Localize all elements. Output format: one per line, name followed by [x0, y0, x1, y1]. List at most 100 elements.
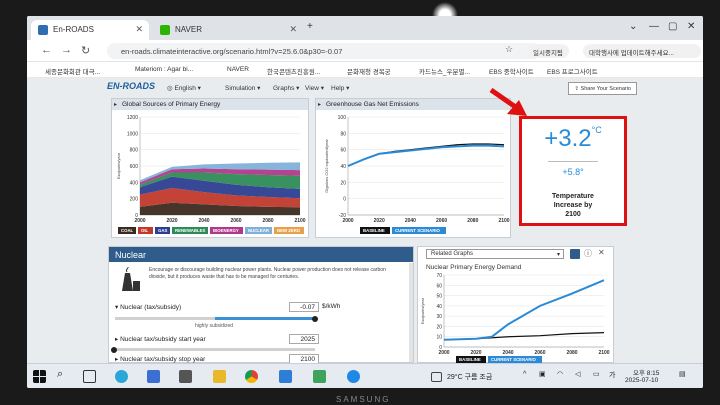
help-menu[interactable]: Help ▾: [331, 84, 349, 92]
app-icon[interactable]: [279, 370, 292, 383]
y-tick-label: 60: [340, 148, 346, 154]
chrome-icon[interactable]: [245, 370, 258, 383]
related-graphs-select[interactable]: Related Graphs ▾: [426, 249, 564, 259]
tab-en-roads[interactable]: En-ROADS ✕: [31, 20, 149, 40]
temperature-number: +3.2: [544, 125, 592, 152]
new-tab-icon[interactable]: +: [307, 21, 313, 32]
x-tick-label: 2060: [436, 218, 447, 224]
notification-icon[interactable]: ▤: [679, 370, 686, 378]
legend-chip-label: GAS: [158, 228, 167, 233]
y-tick-label: 60: [436, 283, 442, 289]
primary-energy-chart: 0200400600800100012002000 2020 2040 2060 208…: [116, 115, 306, 234]
legend-chip-label: COAL: [121, 228, 134, 233]
start-year-slider-track[interactable]: [115, 348, 315, 351]
battery-icon[interactable]: ▭: [593, 370, 600, 378]
bookmark-item[interactable]: 카드뉴스_우분별...: [419, 66, 470, 76]
x-tick-label: 2060: [534, 350, 545, 356]
nuclear-description: Encourage or discourage building nuclear…: [149, 267, 386, 280]
info-icon[interactable]: ⓘ: [584, 248, 592, 259]
share-scenario-button[interactable]: ⇪ Share Your Scenario: [568, 82, 637, 95]
close-icon[interactable]: ✕: [135, 24, 143, 35]
chevron-right-icon: ▸: [114, 102, 118, 108]
clock-time[interactable]: 오후 8:15: [633, 367, 659, 377]
related-graphs-panel: Related Graphs ▾ ⓘ ✕ Nuclear Primary Ene…: [417, 246, 614, 363]
x-tick-label: 2000: [438, 350, 449, 356]
y-tick-label: 40: [340, 164, 346, 170]
x-tick-label: 2080: [262, 218, 273, 224]
folder-icon[interactable]: [213, 370, 226, 383]
red-arrow-icon: [489, 88, 527, 116]
tab-label: NAVER: [175, 25, 202, 34]
simulation-menu[interactable]: Simulation ▾: [225, 84, 260, 92]
reload-icon[interactable]: ↻: [81, 44, 90, 57]
graph-view-icon[interactable]: [570, 249, 580, 259]
language-menu[interactable]: ◎ English ▾: [167, 84, 201, 92]
legend-chip-label: OIL: [141, 228, 149, 233]
temperature-fahrenheit: +5.8°: [562, 167, 584, 177]
bookmark-item[interactable]: EBS 프로그사이트: [547, 66, 598, 76]
line-series-current-scenario: [443, 279, 605, 341]
edge-icon[interactable]: [115, 370, 128, 383]
wifi-icon[interactable]: ◠: [557, 370, 563, 378]
start-year-value-field[interactable]: 2025: [289, 334, 319, 344]
bookmark-item[interactable]: NAVER: [227, 66, 249, 73]
edge-icon[interactable]: [347, 370, 360, 383]
emissions-chart: -200204060801002000 2020 2040 2060 2080 2100G…: [324, 115, 510, 234]
x-tick-label: 2020: [166, 218, 177, 224]
address-bar-row: ← → ↻ en-roads.climateinteractive.org/sc…: [27, 40, 703, 62]
app-icon[interactable]: [313, 370, 326, 383]
window-close-icon[interactable]: ✕: [687, 21, 695, 32]
close-icon[interactable]: ✕: [598, 248, 605, 257]
nuclear-tax-slider-fill: [215, 317, 315, 320]
x-tick-label: 2080: [467, 218, 478, 224]
laptop-screen: En-ROADS ✕ NAVER ✕ + ⌄ — ▢ ✕ ← → ↻ en-ro…: [27, 16, 703, 388]
task-view-icon[interactable]: [83, 370, 96, 383]
nuclear-tax-slider-handle[interactable]: [312, 315, 318, 322]
tray-chevron-icon[interactable]: ^: [523, 371, 526, 378]
close-icon[interactable]: ✕: [289, 24, 297, 35]
url-input[interactable]: en-roads.climateinteractive.org/scenario…: [107, 43, 542, 59]
app-icon[interactable]: [179, 370, 192, 383]
windows-start-icon[interactable]: [33, 370, 46, 383]
volume-icon[interactable]: ◁: [575, 370, 580, 378]
chevron-down-icon[interactable]: ⌄: [629, 21, 637, 32]
store-icon[interactable]: [147, 370, 160, 383]
back-arrow-icon[interactable]: ←: [41, 44, 52, 56]
x-tick-label: 2000: [342, 218, 353, 224]
bookmark-item[interactable]: 한국콘텐츠진흥원...: [267, 66, 320, 76]
graphs-menu[interactable]: Graphs ▾: [273, 84, 299, 92]
start-year-slider-handle[interactable]: [111, 346, 117, 353]
menu-label: Help: [331, 85, 345, 92]
legend-chip-label: RENEWABLES: [175, 228, 205, 233]
update-button[interactable]: 대학행사에 업데이트해주세요...: [583, 44, 701, 58]
menu-label: Simulation: [225, 85, 256, 92]
search-icon[interactable]: ⌕: [57, 368, 63, 381]
bookmark-item[interactable]: 세종문화회관 대극...: [45, 66, 100, 76]
bookmark-item[interactable]: EBS 중학사이트: [489, 66, 534, 76]
ime-icon[interactable]: 가: [609, 370, 615, 380]
tray-app-icon[interactable]: ▣: [539, 370, 546, 378]
panel-header[interactable]: ▸ Greenhouse Gas Net Emissions: [316, 99, 510, 110]
maximize-icon[interactable]: ▢: [668, 21, 677, 32]
bookmark-item[interactable]: 문화재청 경복궁: [347, 66, 391, 76]
weather-icon[interactable]: [431, 372, 442, 382]
weather-text[interactable]: 29°C 구름 조금: [447, 372, 492, 382]
nuclear-title: Nuclear: [115, 250, 147, 260]
bookmark-item[interactable]: Materiom : Agar bi...: [135, 66, 193, 73]
bookmark-star-icon[interactable]: ☆: [505, 44, 513, 55]
nuclear-tax-value-field[interactable]: -0.07: [289, 302, 319, 312]
naver-favicon-icon: [160, 25, 170, 35]
slider-caption: highly subsidized: [195, 323, 234, 329]
clock-date[interactable]: 2025-07-10: [625, 377, 658, 384]
minimize-icon[interactable]: —: [649, 21, 659, 32]
nuclear-panel: Nuclear Encourage or discourage building…: [108, 246, 414, 364]
temperature-label-line: 2100: [565, 211, 581, 218]
scrollbar[interactable]: [409, 263, 413, 362]
tab-naver[interactable]: NAVER ✕: [153, 20, 303, 40]
y-tick-label: 70: [436, 273, 442, 279]
forward-arrow-icon[interactable]: →: [61, 44, 72, 56]
legend-chip-label: CURRENT SCENARIO: [395, 228, 441, 233]
view-menu[interactable]: View ▾: [305, 84, 324, 92]
panel-header[interactable]: ▸ Global Sources of Primary Energy: [112, 99, 308, 110]
profile-button[interactable]: 일시중지됨: [527, 44, 569, 58]
